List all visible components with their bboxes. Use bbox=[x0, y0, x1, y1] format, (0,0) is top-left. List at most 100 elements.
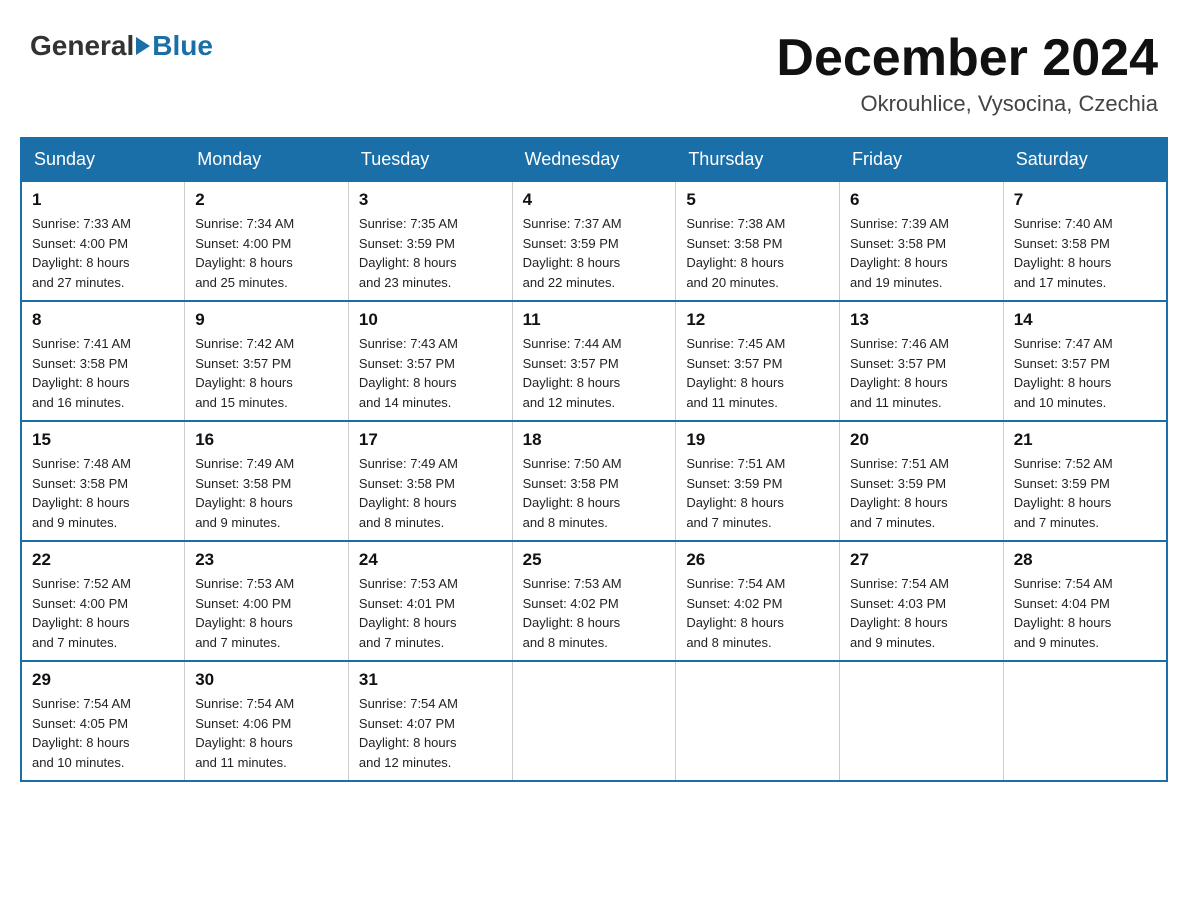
day-info: Sunrise: 7:54 AM Sunset: 4:05 PM Dayligh… bbox=[32, 694, 174, 772]
day-info: Sunrise: 7:33 AM Sunset: 4:00 PM Dayligh… bbox=[32, 214, 174, 292]
day-number: 8 bbox=[32, 310, 174, 330]
day-number: 21 bbox=[1014, 430, 1156, 450]
day-number: 16 bbox=[195, 430, 338, 450]
day-info: Sunrise: 7:49 AM Sunset: 3:58 PM Dayligh… bbox=[359, 454, 502, 532]
day-number: 5 bbox=[686, 190, 829, 210]
day-header-sunday: Sunday bbox=[21, 138, 185, 181]
day-info: Sunrise: 7:40 AM Sunset: 3:58 PM Dayligh… bbox=[1014, 214, 1156, 292]
day-info: Sunrise: 7:47 AM Sunset: 3:57 PM Dayligh… bbox=[1014, 334, 1156, 412]
day-info: Sunrise: 7:53 AM Sunset: 4:01 PM Dayligh… bbox=[359, 574, 502, 652]
day-number: 13 bbox=[850, 310, 993, 330]
day-number: 25 bbox=[523, 550, 666, 570]
day-info: Sunrise: 7:35 AM Sunset: 3:59 PM Dayligh… bbox=[359, 214, 502, 292]
location-title: Okrouhlice, Vysocina, Czechia bbox=[776, 91, 1158, 117]
logo-general-text: General bbox=[30, 30, 134, 62]
calendar-cell: 12Sunrise: 7:45 AM Sunset: 3:57 PM Dayli… bbox=[676, 301, 840, 421]
calendar-cell: 11 Sunrise: 7:44 AM Sunset: 3:57 PM Dayli… bbox=[512, 301, 676, 421]
day-number: 31 bbox=[359, 670, 502, 690]
day-number: 4 bbox=[523, 190, 666, 210]
calendar-cell: 4Sunrise: 7:37 AM Sunset: 3:59 PM Daylig… bbox=[512, 181, 676, 301]
calendar-cell: 5 Sunrise: 7:38 AM Sunset: 3:58 PM Daylig… bbox=[676, 181, 840, 301]
day-number: 28 bbox=[1014, 550, 1156, 570]
day-info: Sunrise: 7:54 AM Sunset: 4:07 PM Dayligh… bbox=[359, 694, 502, 772]
day-header-friday: Friday bbox=[840, 138, 1004, 181]
day-number: 10 bbox=[359, 310, 502, 330]
day-number: 2 bbox=[195, 190, 338, 210]
calendar-week-row: 22 Sunrise: 7:52 AM Sunset: 4:00 PM Dayli… bbox=[21, 541, 1167, 661]
day-info: Sunrise: 7:46 AM Sunset: 3:57 PM Dayligh… bbox=[850, 334, 993, 412]
calendar-cell bbox=[1003, 661, 1167, 781]
calendar-cell: 18Sunrise: 7:50 AM Sunset: 3:58 PM Dayli… bbox=[512, 421, 676, 541]
day-info: Sunrise: 7:54 AM Sunset: 4:02 PM Dayligh… bbox=[686, 574, 829, 652]
day-info: Sunrise: 7:43 AM Sunset: 3:57 PM Dayligh… bbox=[359, 334, 502, 412]
calendar-cell: 30 Sunrise: 7:54 AM Sunset: 4:06 PM Dayli… bbox=[185, 661, 349, 781]
calendar-week-row: 29 Sunrise: 7:54 AM Sunset: 4:05 PM Dayli… bbox=[21, 661, 1167, 781]
day-number: 9 bbox=[195, 310, 338, 330]
calendar-cell: 20 Sunrise: 7:51 AM Sunset: 3:59 PM Dayli… bbox=[840, 421, 1004, 541]
day-info: Sunrise: 7:38 AM Sunset: 3:58 PM Dayligh… bbox=[686, 214, 829, 292]
calendar-cell: 9 Sunrise: 7:42 AM Sunset: 3:57 PM Daylig… bbox=[185, 301, 349, 421]
calendar-cell bbox=[840, 661, 1004, 781]
day-info: Sunrise: 7:44 AM Sunset: 3:57 PM Dayligh… bbox=[523, 334, 666, 412]
calendar-cell: 27 Sunrise: 7:54 AM Sunset: 4:03 PM Dayli… bbox=[840, 541, 1004, 661]
calendar-cell: 2 Sunrise: 7:34 AM Sunset: 4:00 PM Daylig… bbox=[185, 181, 349, 301]
day-number: 26 bbox=[686, 550, 829, 570]
calendar-cell: 17 Sunrise: 7:49 AM Sunset: 3:58 PM Dayli… bbox=[348, 421, 512, 541]
calendar-cell: 13 Sunrise: 7:46 AM Sunset: 3:57 PM Dayli… bbox=[840, 301, 1004, 421]
day-header-monday: Monday bbox=[185, 138, 349, 181]
calendar-week-row: 15Sunrise: 7:48 AM Sunset: 3:58 PM Dayli… bbox=[21, 421, 1167, 541]
day-info: Sunrise: 7:41 AM Sunset: 3:58 PM Dayligh… bbox=[32, 334, 174, 412]
calendar-cell: 31 Sunrise: 7:54 AM Sunset: 4:07 PM Dayli… bbox=[348, 661, 512, 781]
day-info: Sunrise: 7:48 AM Sunset: 3:58 PM Dayligh… bbox=[32, 454, 174, 532]
day-number: 17 bbox=[359, 430, 502, 450]
day-number: 3 bbox=[359, 190, 502, 210]
day-info: Sunrise: 7:52 AM Sunset: 4:00 PM Dayligh… bbox=[32, 574, 174, 652]
day-info: Sunrise: 7:54 AM Sunset: 4:06 PM Dayligh… bbox=[195, 694, 338, 772]
calendar-table: SundayMondayTuesdayWednesdayThursdayFrid… bbox=[20, 137, 1168, 782]
logo-triangle-icon bbox=[136, 37, 150, 55]
day-number: 23 bbox=[195, 550, 338, 570]
calendar-cell: 29 Sunrise: 7:54 AM Sunset: 4:05 PM Dayli… bbox=[21, 661, 185, 781]
calendar-cell: 22 Sunrise: 7:52 AM Sunset: 4:00 PM Dayli… bbox=[21, 541, 185, 661]
day-number: 27 bbox=[850, 550, 993, 570]
day-number: 24 bbox=[359, 550, 502, 570]
day-number: 11 bbox=[523, 310, 666, 330]
day-number: 14 bbox=[1014, 310, 1156, 330]
calendar-cell: 14 Sunrise: 7:47 AM Sunset: 3:57 PM Dayli… bbox=[1003, 301, 1167, 421]
day-info: Sunrise: 7:52 AM Sunset: 3:59 PM Dayligh… bbox=[1014, 454, 1156, 532]
calendar-week-row: 1 Sunrise: 7:33 AM Sunset: 4:00 PM Daylig… bbox=[21, 181, 1167, 301]
month-title: December 2024 bbox=[776, 30, 1158, 87]
day-number: 30 bbox=[195, 670, 338, 690]
logo: General Blue bbox=[30, 30, 213, 62]
day-info: Sunrise: 7:49 AM Sunset: 3:58 PM Dayligh… bbox=[195, 454, 338, 532]
day-info: Sunrise: 7:34 AM Sunset: 4:00 PM Dayligh… bbox=[195, 214, 338, 292]
day-info: Sunrise: 7:39 AM Sunset: 3:58 PM Dayligh… bbox=[850, 214, 993, 292]
day-number: 19 bbox=[686, 430, 829, 450]
day-info: Sunrise: 7:53 AM Sunset: 4:02 PM Dayligh… bbox=[523, 574, 666, 652]
calendar-week-row: 8 Sunrise: 7:41 AM Sunset: 3:58 PM Daylig… bbox=[21, 301, 1167, 421]
title-block: December 2024 Okrouhlice, Vysocina, Czec… bbox=[776, 30, 1158, 117]
day-number: 29 bbox=[32, 670, 174, 690]
calendar-cell: 8 Sunrise: 7:41 AM Sunset: 3:58 PM Daylig… bbox=[21, 301, 185, 421]
day-header-tuesday: Tuesday bbox=[348, 138, 512, 181]
day-number: 20 bbox=[850, 430, 993, 450]
day-number: 22 bbox=[32, 550, 174, 570]
calendar-header-row: SundayMondayTuesdayWednesdayThursdayFrid… bbox=[21, 138, 1167, 181]
calendar-cell: 7 Sunrise: 7:40 AM Sunset: 3:58 PM Daylig… bbox=[1003, 181, 1167, 301]
day-number: 6 bbox=[850, 190, 993, 210]
day-number: 1 bbox=[32, 190, 174, 210]
day-info: Sunrise: 7:53 AM Sunset: 4:00 PM Dayligh… bbox=[195, 574, 338, 652]
calendar-cell: 25 Sunrise: 7:53 AM Sunset: 4:02 PM Dayli… bbox=[512, 541, 676, 661]
calendar-cell: 3 Sunrise: 7:35 AM Sunset: 3:59 PM Daylig… bbox=[348, 181, 512, 301]
day-number: 7 bbox=[1014, 190, 1156, 210]
day-number: 12 bbox=[686, 310, 829, 330]
day-info: Sunrise: 7:51 AM Sunset: 3:59 PM Dayligh… bbox=[850, 454, 993, 532]
day-info: Sunrise: 7:51 AM Sunset: 3:59 PM Dayligh… bbox=[686, 454, 829, 532]
calendar-cell: 15Sunrise: 7:48 AM Sunset: 3:58 PM Dayli… bbox=[21, 421, 185, 541]
calendar-cell: 21 Sunrise: 7:52 AM Sunset: 3:59 PM Dayli… bbox=[1003, 421, 1167, 541]
day-info: Sunrise: 7:42 AM Sunset: 3:57 PM Dayligh… bbox=[195, 334, 338, 412]
calendar-cell: 6 Sunrise: 7:39 AM Sunset: 3:58 PM Daylig… bbox=[840, 181, 1004, 301]
calendar-cell: 24 Sunrise: 7:53 AM Sunset: 4:01 PM Dayli… bbox=[348, 541, 512, 661]
day-info: Sunrise: 7:54 AM Sunset: 4:03 PM Dayligh… bbox=[850, 574, 993, 652]
calendar-cell bbox=[676, 661, 840, 781]
